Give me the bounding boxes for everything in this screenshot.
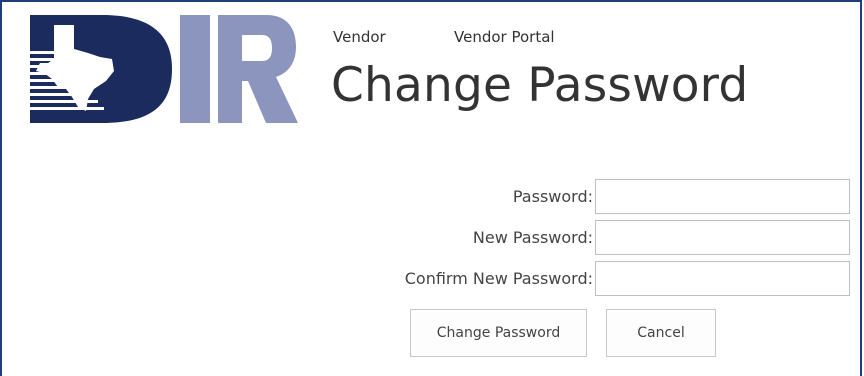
change-password-button[interactable]: Change Password <box>410 309 587 357</box>
breadcrumb-item-vendor[interactable]: Vendor <box>333 28 386 46</box>
password-row: Password: <box>513 177 850 215</box>
password-input[interactable] <box>595 178 850 214</box>
confirm-password-row: Confirm New Password: <box>405 259 850 297</box>
cancel-button[interactable]: Cancel <box>606 309 716 357</box>
logo-letter-i <box>180 15 210 123</box>
new-password-label: New Password: <box>472 227 593 247</box>
new-password-input[interactable] <box>595 219 850 255</box>
dir-logo <box>30 15 298 123</box>
logo-letter-r <box>218 15 298 123</box>
breadcrumb-item-vendor-portal[interactable]: Vendor Portal <box>454 28 555 46</box>
password-label: Password: <box>512 186 593 206</box>
new-password-row: New Password: <box>473 218 850 256</box>
confirm-password-label: Confirm New Password: <box>404 268 593 288</box>
page-title: Change Password <box>331 58 749 113</box>
confirm-password-input[interactable] <box>595 260 850 296</box>
